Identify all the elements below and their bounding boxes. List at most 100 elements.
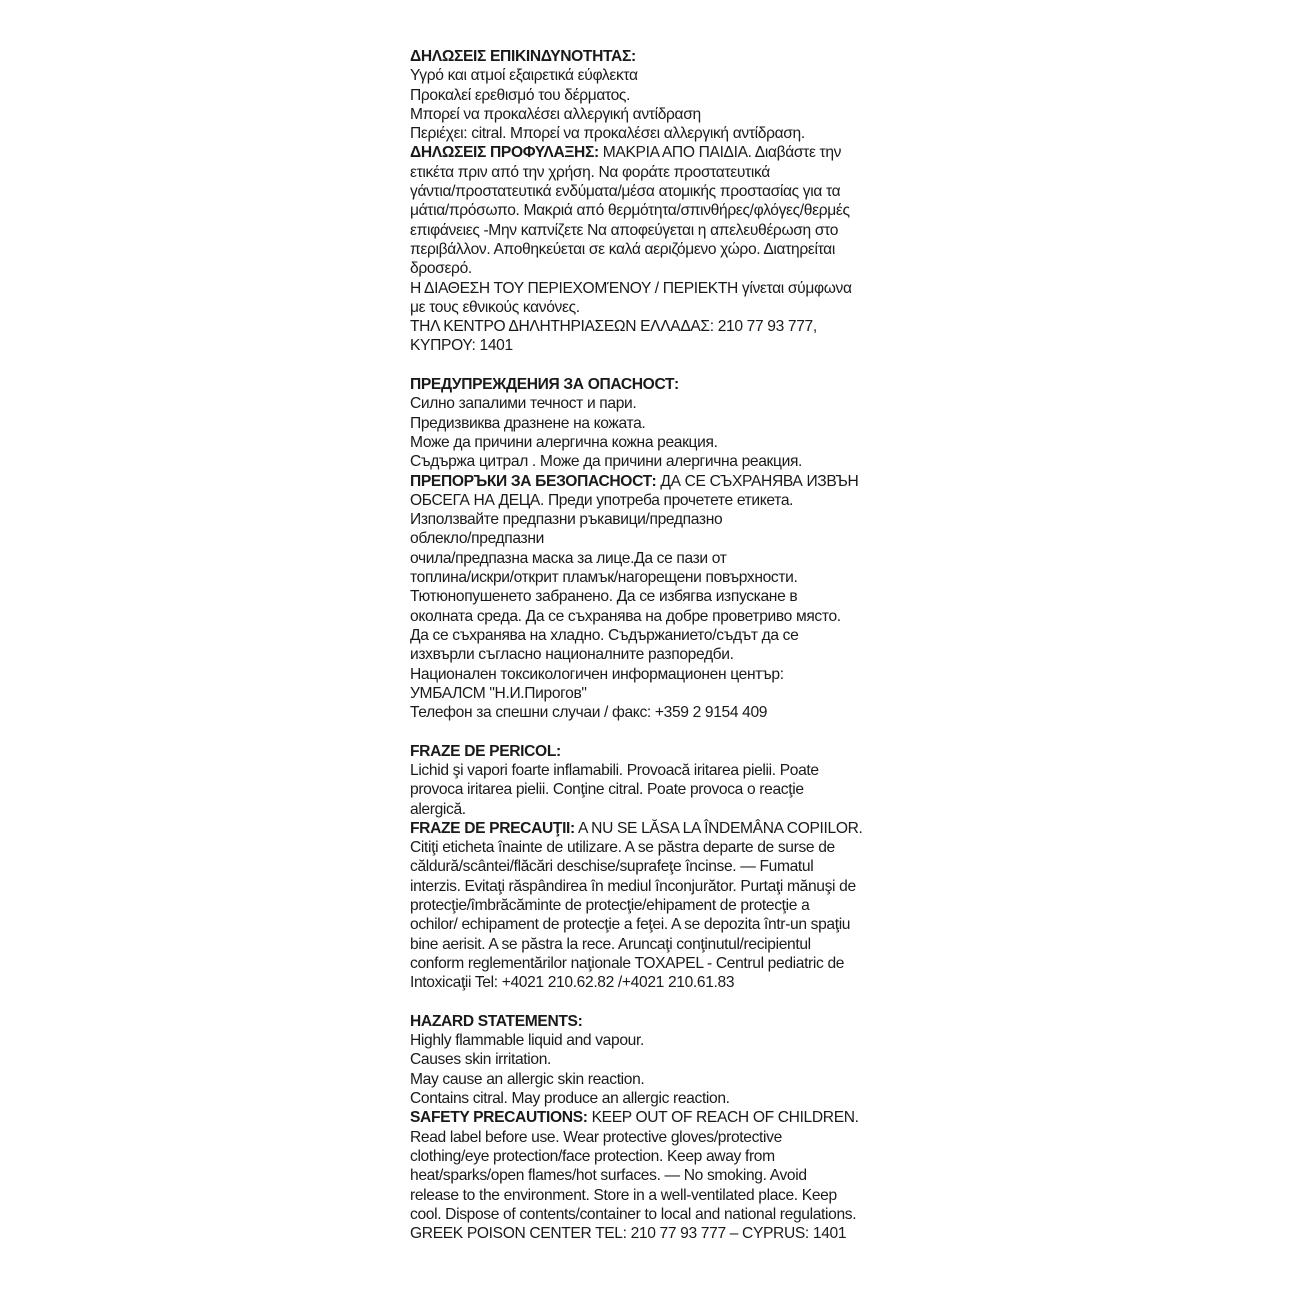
text-segment: ΤΗΛ ΚΕΝΤΡΟ ΔΗΛΗΤΗΡΙΑΣΕΩΝ ΕΛΛΑΔΑΣ: 210 77…	[410, 318, 817, 336]
text-segment: УМБАЛСМ "Н.И.Пирогов"	[410, 684, 587, 702]
text-line: clothing/eye protection/face protection.…	[410, 1147, 900, 1166]
section-heading: ΔΗΛΩΣΕΙΣ ΠΡΟΦΥΛΑΞΗΣ:	[410, 144, 599, 162]
text-line: FRAZE DE PERICOL:	[410, 742, 900, 761]
text-segment: alergică.	[410, 800, 466, 818]
text-line: изхвърли съгласно националните разпоредб…	[410, 645, 900, 664]
text-line: protecţie/îmbrăcăminte de protecţie/ehip…	[410, 896, 900, 915]
text-line: Προκαλεί ερεθισμό του δέρματος.	[410, 86, 900, 105]
text-line: Предизвиква дразнене на кожата.	[410, 414, 900, 433]
text-line: GREEK POISON CENTER TEL: 210 77 93 777 –…	[410, 1224, 900, 1243]
section-bulgarian: ПРЕДУПРЕЖДЕНИЯ ЗА ОПАСНОСТ: Силно запалим…	[410, 375, 900, 722]
text-segment: изхвърли съгласно националните разпоредб…	[410, 646, 734, 664]
text-line: топлина/искри/открит пламък/нагорещени п…	[410, 568, 900, 587]
text-line: очила/предпазна маска за лице.Да се пази…	[410, 549, 900, 568]
text-line: heat/sparks/open flames/hot surfaces. — …	[410, 1166, 900, 1185]
section-english: HAZARD STATEMENTS: Highly flammable liqui…	[410, 1012, 900, 1244]
section-heading: ПРЕДУПРЕЖДЕНИЯ ЗА ОПАСНОСТ:	[410, 376, 679, 394]
text-segment: Read label before use. Wear protective g…	[410, 1128, 782, 1146]
text-segment: Телефон за спешни случаи / факс: +359 2 …	[410, 704, 768, 722]
label-text-column: ΔΗΛΩΣΕΙΣ ΕΠΙΚΙΝΔΥΝΟΤΗΤΑΣ: Υγρό και ατμοί …	[410, 47, 900, 1263]
text-segment: Contains citral. May produce an allergic…	[410, 1090, 730, 1108]
text-line: Национален токсикологичен информационен …	[410, 665, 900, 684]
text-line: Read label before use. Wear protective g…	[410, 1128, 900, 1147]
text-line: околната среда. Да се съхранява на добре…	[410, 607, 900, 626]
text-segment: Causes skin irritation.	[410, 1051, 552, 1069]
text-segment: Да се съхранява на хладно. Съдържанието/…	[410, 626, 799, 644]
text-segment: ОБСЕГА НА ДЕЦА. Преди употреба прочетете…	[410, 491, 794, 509]
text-segment: επιφάνειες -Μην καπνίζετε Να αποφεύγεται…	[410, 221, 839, 239]
text-line: Μπορεί να προκαλέσει αλλεργική αντίδραση	[410, 105, 900, 124]
text-segment: bine aerisit. A se păstra la rece. Arunc…	[410, 935, 811, 953]
text-segment: Тютюнопушенето забранено. Да се избягва …	[410, 588, 798, 606]
text-segment: ochilor/ echipament de protecţie a feţei…	[410, 916, 851, 934]
text-segment: Национален токсикологичен информационен …	[410, 665, 784, 683]
text-line: ПРЕДУПРЕЖДЕНИЯ ЗА ОПАСНОСТ:	[410, 375, 900, 394]
section-greek: ΔΗΛΩΣΕΙΣ ΕΠΙΚΙΝΔΥΝΟΤΗΤΑΣ: Υγρό και ατμοί …	[410, 47, 900, 356]
text-segment: protecţie/îmbrăcăminte de protecţie/ehip…	[410, 897, 810, 915]
text-segment: cool. Dispose of contents/container to l…	[410, 1205, 857, 1223]
text-line: облекло/предпазни	[410, 529, 900, 548]
text-line: περιβάλλον. Αποθηκεύεται σε καλά αεριζόμ…	[410, 240, 900, 259]
text-segment: Предизвиква дразнене на кожата.	[410, 414, 646, 432]
text-line: cool. Dispose of contents/container to l…	[410, 1205, 900, 1224]
text-segment: A NU SE LĂSA LA ÎNDEMÂNA COPIILOR.	[574, 819, 863, 837]
text-line: FRAZE DE PRECAUŢII: A NU SE LĂSA LA ÎNDE…	[410, 819, 900, 838]
text-line: Contains citral. May produce an allergic…	[410, 1089, 900, 1108]
text-line: ΤΗΛ ΚΕΝΤΡΟ ΔΗΛΗΤΗΡΙΑΣΕΩΝ ΕΛΛΑΔΑΣ: 210 77…	[410, 317, 900, 336]
text-line: interzis. Evitaţi răspândirea în mediul …	[410, 877, 900, 896]
text-line: ПРЕПОРЪКИ ЗА БЕЗОПАСНОСТ: ДА СЕ СЪХРАНЯВ…	[410, 472, 900, 491]
text-segment: ДА СЕ СЪХРАНЯВА ИЗВЪН	[656, 472, 859, 490]
text-line: μάτια/πρόσωπο. Μακριά από θερμότητα/σπιν…	[410, 201, 900, 220]
text-segment: топлина/искри/открит пламък/нагорещени п…	[410, 569, 798, 587]
section-heading: ΔΗΛΩΣΕΙΣ ΕΠΙΚΙΝΔΥΝΟΤΗΤΑΣ:	[410, 48, 636, 65]
text-segment: Προκαλεί ερεθισμό του δέρματος.	[410, 86, 631, 104]
text-segment: околната среда. Да се съхранява на добре…	[410, 607, 841, 625]
section-heading: FRAZE DE PRECAUŢII:	[410, 819, 575, 837]
section-heading: FRAZE DE PERICOL:	[410, 742, 561, 760]
text-line: May cause an allergic skin reaction.	[410, 1070, 900, 1089]
text-segment: ετικέτα πριν από την χρήση. Να φοράτε πρ…	[410, 163, 770, 181]
text-line: Силно запалими течност и пари.	[410, 394, 900, 413]
section-heading: ПРЕПОРЪКИ ЗА БЕЗОПАСНОСТ:	[410, 472, 657, 490]
text-segment: căldură/scântei/flăcări deschise/suprafe…	[410, 858, 814, 876]
text-line: conform reglementărilor naţionale TOXAPE…	[410, 954, 900, 973]
text-segment: Citiţi eticheta înainte de utilizare. A …	[410, 839, 835, 857]
text-segment: Intoxicaţii Tel: +4021 210.62.82 /+4021 …	[410, 974, 735, 992]
text-line: căldură/scântei/flăcări deschise/suprafe…	[410, 857, 900, 876]
text-segment: Υγρό και ατμοί εξαιρετικά εύφλεκτα	[410, 67, 638, 85]
text-line: Causes skin irritation.	[410, 1050, 900, 1069]
text-line: επιφάνειες -Μην καπνίζετε Να αποφεύγεται…	[410, 221, 900, 240]
section-romanian: FRAZE DE PERICOL: Lichid şi vapori foarte…	[410, 742, 900, 993]
text-line: Използвайте предпазни ръкавици/предпазно	[410, 510, 900, 529]
text-line: Тютюнопушенето забранено. Да се избягва …	[410, 587, 900, 606]
text-line: Περιέχει: citral. Μπορεί να προκαλέσει α…	[410, 124, 900, 143]
text-segment: Може да причини алергична кожна реакция.	[410, 433, 718, 451]
text-segment: δροσερό.	[410, 260, 472, 278]
text-line: Highly flammable liquid and vapour.	[410, 1031, 900, 1050]
text-line: Lichid şi vapori foarte inflamabili. Pro…	[410, 761, 900, 780]
text-segment: περιβάλλον. Αποθηκεύεται σε καλά αεριζόμ…	[410, 240, 835, 258]
text-line: Телефон за спешни случаи / факс: +359 2 …	[410, 703, 900, 722]
text-segment: Lichid şi vapori foarte inflamabili. Pro…	[410, 761, 819, 779]
text-segment: release to the environment. Store in a w…	[410, 1186, 837, 1204]
section-heading: SAFETY PRECAUTIONS:	[410, 1109, 588, 1127]
text-segment: με τους εθνικούς κανόνες.	[410, 298, 580, 316]
text-line: Η ΔΙΑΘΕΣΗ ΤΟΥ ΠΕΡΙΕΧΟΜΈΝΟΥ / ΠΕΡΙΕΚΤΗ γί…	[410, 279, 900, 298]
section-heading: HAZARD STATEMENTS:	[410, 1012, 583, 1030]
text-line: bine aerisit. A se păstra la rece. Arunc…	[410, 935, 900, 954]
text-line: SAFETY PRECAUTIONS: KEEP OUT OF REACH OF…	[410, 1108, 900, 1127]
text-segment: γάντια/προστατευτικά ενδύματα/μέσα ατομι…	[410, 183, 841, 201]
text-line: ΚΥΠΡΟΥ: 1401	[410, 336, 900, 355]
text-line: Υγρό και ατμοί εξαιρετικά εύφλεκτα	[410, 66, 900, 85]
text-segment: очила/предпазна маска за лице.Да се пази…	[410, 549, 727, 567]
text-segment: May cause an allergic skin reaction.	[410, 1070, 645, 1088]
text-line: ετικέτα πριν από την χρήση. Να φοράτε πρ…	[410, 163, 900, 182]
text-line: ОБСЕГА НА ДЕЦА. Преди употреба прочетете…	[410, 491, 900, 510]
text-segment: KEEP OUT OF REACH OF CHILDREN.	[587, 1109, 859, 1127]
text-segment: μάτια/πρόσωπο. Μακριά από θερμότητα/σπιν…	[410, 202, 850, 220]
text-line: Citiţi eticheta înainte de utilizare. A …	[410, 838, 900, 857]
text-line: ochilor/ echipament de protecţie a feţei…	[410, 915, 900, 934]
text-line: ΔΗΛΩΣΕΙΣ ΠΡΟΦΥΛΑΞΗΣ: ΜΑΚΡΙΑ ΑΠΟ ΠΑΙΔΙΑ. …	[410, 143, 900, 162]
text-line: release to the environment. Store in a w…	[410, 1186, 900, 1205]
text-line: με τους εθνικούς κανόνες.	[410, 298, 900, 317]
